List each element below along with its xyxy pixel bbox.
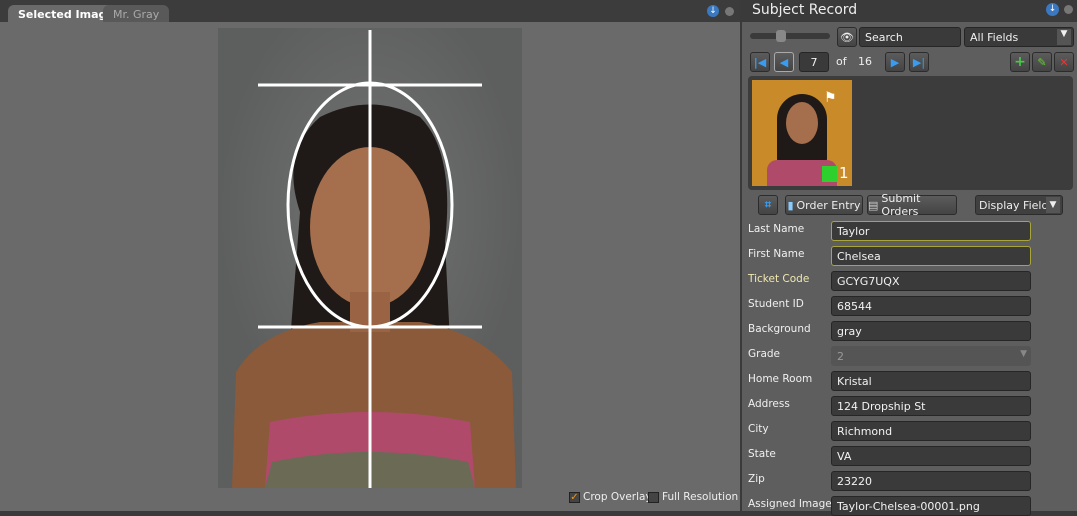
image-canvas: ✓ Crop Overlay Full Resolution xyxy=(0,22,740,511)
field-input-address[interactable]: 124 Dropship St xyxy=(831,396,1031,416)
search-scope-value: All Fields xyxy=(970,31,1019,44)
field-label: Ticket Code xyxy=(748,273,810,285)
field-label: Student ID xyxy=(748,298,804,310)
full-resolution-label: Full Resolution xyxy=(662,491,739,503)
full-resolution-checkbox[interactable]: Full Resolution xyxy=(648,491,738,503)
previous-record-button[interactable]: ◀ xyxy=(774,52,794,72)
slider-handle[interactable] xyxy=(776,30,786,42)
checkered-flag-icon: ⚑ xyxy=(824,90,837,106)
delete-record-button[interactable]: ✕ xyxy=(1054,52,1074,72)
binoculars-icon[interactable]: 👁 xyxy=(837,27,857,47)
zoom-slider[interactable] xyxy=(750,30,830,42)
field-label: Background xyxy=(748,323,811,335)
field-input-state[interactable]: VA xyxy=(831,446,1031,466)
add-record-button[interactable]: + xyxy=(1010,52,1030,72)
dock-down-icon[interactable]: ↓ xyxy=(1046,3,1059,16)
field-label: Assigned Images xyxy=(748,498,838,510)
display-fields-dropdown[interactable]: Display Fields: ▼ xyxy=(975,195,1063,215)
subject-record-panel: Subject Record ↓ 👁 Search All Fields ▼ |◀… xyxy=(742,0,1077,516)
search-scope-select[interactable]: All Fields ▼ xyxy=(964,27,1074,47)
field-input-background[interactable]: gray xyxy=(831,321,1031,341)
field-value: 68544 xyxy=(837,300,872,313)
image-panel: Selected Image Mr. Gray ↓ ✓ Crop Overlay … xyxy=(0,0,740,511)
field-input-ticket-code[interactable]: GCYG7UQX xyxy=(831,271,1031,291)
chevron-down-icon: ▼ xyxy=(1020,349,1027,359)
crop-button[interactable]: ⌗ xyxy=(758,195,778,215)
crop-overlay-checkbox[interactable]: ✓ Crop Overlay xyxy=(569,491,652,503)
checkbox-unchecked-icon xyxy=(648,491,659,503)
field-label: City xyxy=(748,423,769,435)
field-label: Grade xyxy=(748,348,781,360)
field-label: Address xyxy=(748,398,790,410)
order-icon: ▮ xyxy=(787,198,794,212)
subject-photo xyxy=(218,28,522,488)
image-count-badge: 1 xyxy=(839,164,849,182)
order-entry-label: Order Entry xyxy=(796,198,861,212)
image-thumbnail[interactable]: ⚑ 1 xyxy=(752,80,852,186)
field-value: Richmond xyxy=(837,425,893,438)
first-record-button[interactable]: |◀ xyxy=(750,52,770,72)
of-label: of xyxy=(836,55,847,68)
close-pane-icon[interactable] xyxy=(725,7,734,16)
order-entry-button[interactable]: ▮ Order Entry xyxy=(785,195,863,215)
field-label: First Name xyxy=(748,248,805,260)
last-record-button[interactable]: ▶| xyxy=(909,52,929,72)
crop-overlay-label: Crop Overlay xyxy=(583,491,652,503)
field-input-grade: 2 ▼ xyxy=(831,346,1031,366)
checkbox-checked-icon: ✓ xyxy=(569,491,580,503)
field-label: Last Name xyxy=(748,223,805,235)
field-value: 124 Dropship St xyxy=(837,400,926,413)
field-input-last-name[interactable]: Taylor xyxy=(831,221,1031,241)
field-value: gray xyxy=(837,325,862,338)
field-value: Kristal xyxy=(837,375,872,388)
submit-orders-label: Submit Orders xyxy=(881,192,921,218)
field-value: 2 xyxy=(837,350,844,363)
field-value: GCYG7UQX xyxy=(837,275,900,288)
panel-title: Subject Record xyxy=(742,0,1077,22)
total-records: 16 xyxy=(858,55,872,68)
chevron-down-icon: ▼ xyxy=(1057,29,1071,45)
record-number-input[interactable]: 7 xyxy=(799,52,829,72)
edit-record-button[interactable]: ✎ xyxy=(1032,52,1052,72)
field-input-city[interactable]: Richmond xyxy=(831,421,1031,441)
search-input[interactable]: Search xyxy=(859,27,961,47)
submit-icon: ▤ xyxy=(868,198,879,212)
field-value: 23220 xyxy=(837,475,872,488)
person-icon xyxy=(822,166,837,182)
dock-down-icon[interactable]: ↓ xyxy=(707,5,719,17)
field-label: Zip xyxy=(748,473,765,485)
submit-orders-button[interactable]: ▤ Submit Orders xyxy=(867,192,957,218)
tab-mr-gray[interactable]: Mr. Gray xyxy=(103,5,170,23)
field-value: VA xyxy=(837,450,852,463)
field-label: State xyxy=(748,448,776,460)
field-input-zip[interactable]: 23220 xyxy=(831,471,1031,491)
field-input-home-room[interactable]: Kristal xyxy=(831,371,1031,391)
field-value: Chelsea xyxy=(837,250,881,263)
field-input-student-id[interactable]: 68544 xyxy=(831,296,1031,316)
next-record-button[interactable]: ▶ xyxy=(885,52,905,72)
field-input-first-name[interactable]: Chelsea xyxy=(831,246,1031,266)
field-label: Home Room xyxy=(748,373,813,385)
field-value: Taylor xyxy=(837,225,870,238)
field-value: Taylor-Chelsea-00001.png xyxy=(837,500,980,513)
field-input-assigned-images[interactable]: Taylor-Chelsea-00001.png xyxy=(831,496,1031,516)
close-pane-icon[interactable] xyxy=(1064,5,1073,14)
chevron-down-icon: ▼ xyxy=(1046,197,1060,213)
image-strip: ⚑ 1 xyxy=(748,76,1073,190)
